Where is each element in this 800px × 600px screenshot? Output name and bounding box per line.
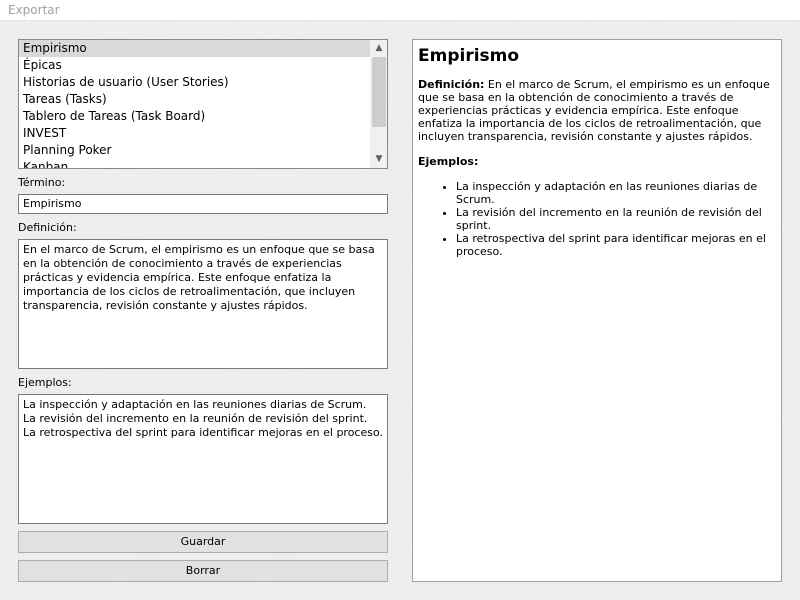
menu-export[interactable]: Exportar (8, 3, 60, 17)
definition-textarea[interactable]: En el marco de Scrum, el empirismo es un… (18, 239, 388, 369)
preview-definition-heading: Definición: (418, 78, 485, 91)
preview-title: Empirismo (418, 46, 520, 66)
definition-label: Definición: (18, 221, 77, 234)
list-item[interactable]: Kanban (19, 159, 370, 168)
preview-examples-list: La inspección y adaptación en las reunio… (418, 180, 776, 258)
preview-example-item: La inspección y adaptación en las reunio… (456, 180, 776, 206)
terms-list-items: Empirismo Épicas Historias de usuario (U… (19, 40, 370, 168)
terms-listbox[interactable]: Empirismo Épicas Historias de usuario (U… (18, 39, 388, 169)
list-item[interactable]: Planning Poker (19, 142, 370, 159)
preview-examples-heading: Ejemplos: (418, 155, 479, 168)
delete-button[interactable]: Borrar (18, 560, 388, 582)
menu-bar: Exportar (0, 0, 800, 21)
scroll-down-arrow-icon[interactable]: ▼ (371, 151, 387, 168)
list-scrollbar[interactable]: ▲ ▼ (370, 40, 387, 168)
term-label: Término: (18, 176, 66, 189)
list-item[interactable]: Épicas (19, 57, 370, 74)
scroll-thumb[interactable] (372, 57, 386, 127)
save-button[interactable]: Guardar (18, 531, 388, 553)
list-item[interactable]: Historias de usuario (User Stories) (19, 74, 370, 91)
preview-example-item: La retrospectiva del sprint para identif… (456, 232, 776, 258)
term-input[interactable]: Empirismo (18, 194, 388, 214)
examples-textarea[interactable]: La inspección y adaptación en las reunio… (18, 394, 388, 524)
list-item[interactable]: Empirismo (19, 40, 370, 57)
scroll-up-arrow-icon[interactable]: ▲ (371, 40, 387, 57)
preview-definition: Definición: En el marco de Scrum, el emp… (418, 78, 776, 143)
preview-panel: Empirismo Definición: En el marco de Scr… (412, 39, 782, 582)
list-item[interactable]: Tablero de Tareas (Task Board) (19, 108, 370, 125)
list-item[interactable]: INVEST (19, 125, 370, 142)
preview-example-item: La revisión del incremento en la reunión… (456, 206, 776, 232)
list-item[interactable]: Tareas (Tasks) (19, 91, 370, 108)
examples-label: Ejemplos: (18, 376, 72, 389)
